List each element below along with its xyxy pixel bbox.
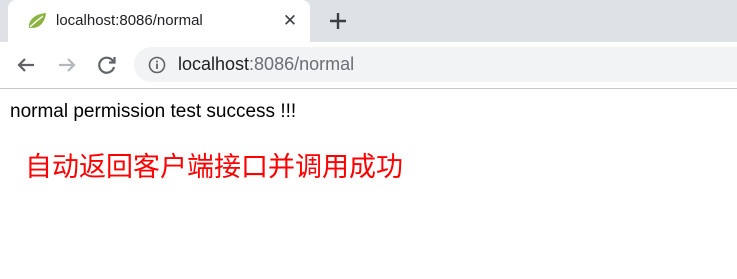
success-message: normal permission test success !!! [10, 101, 297, 122]
address-bar[interactable]: localhost:8086/normal [134, 47, 737, 82]
url-host: localhost [178, 54, 250, 74]
spring-leaf-icon [28, 13, 46, 28]
browser-tab[interactable]: localhost:8086/normal ✕ [8, 0, 310, 42]
browser-toolbar: localhost:8086/normal [0, 42, 737, 89]
tab-strip: localhost:8086/normal ✕ [0, 0, 737, 42]
annotation-text: 自动返回客户端接口并调用成功 [25, 152, 403, 183]
close-tab-icon[interactable]: ✕ [280, 11, 300, 31]
new-tab-button[interactable] [326, 9, 350, 33]
forward-button[interactable] [55, 53, 79, 77]
page-content: normal permission test success !!! 自动返回客… [0, 89, 737, 279]
reload-button[interactable] [95, 53, 119, 77]
url-path: :8086/normal [249, 54, 355, 74]
back-button[interactable] [14, 53, 38, 77]
info-icon[interactable] [148, 56, 166, 74]
url-text[interactable]: localhost:8086/normal [178, 54, 354, 75]
tab-title: localhost:8086/normal [56, 12, 203, 29]
